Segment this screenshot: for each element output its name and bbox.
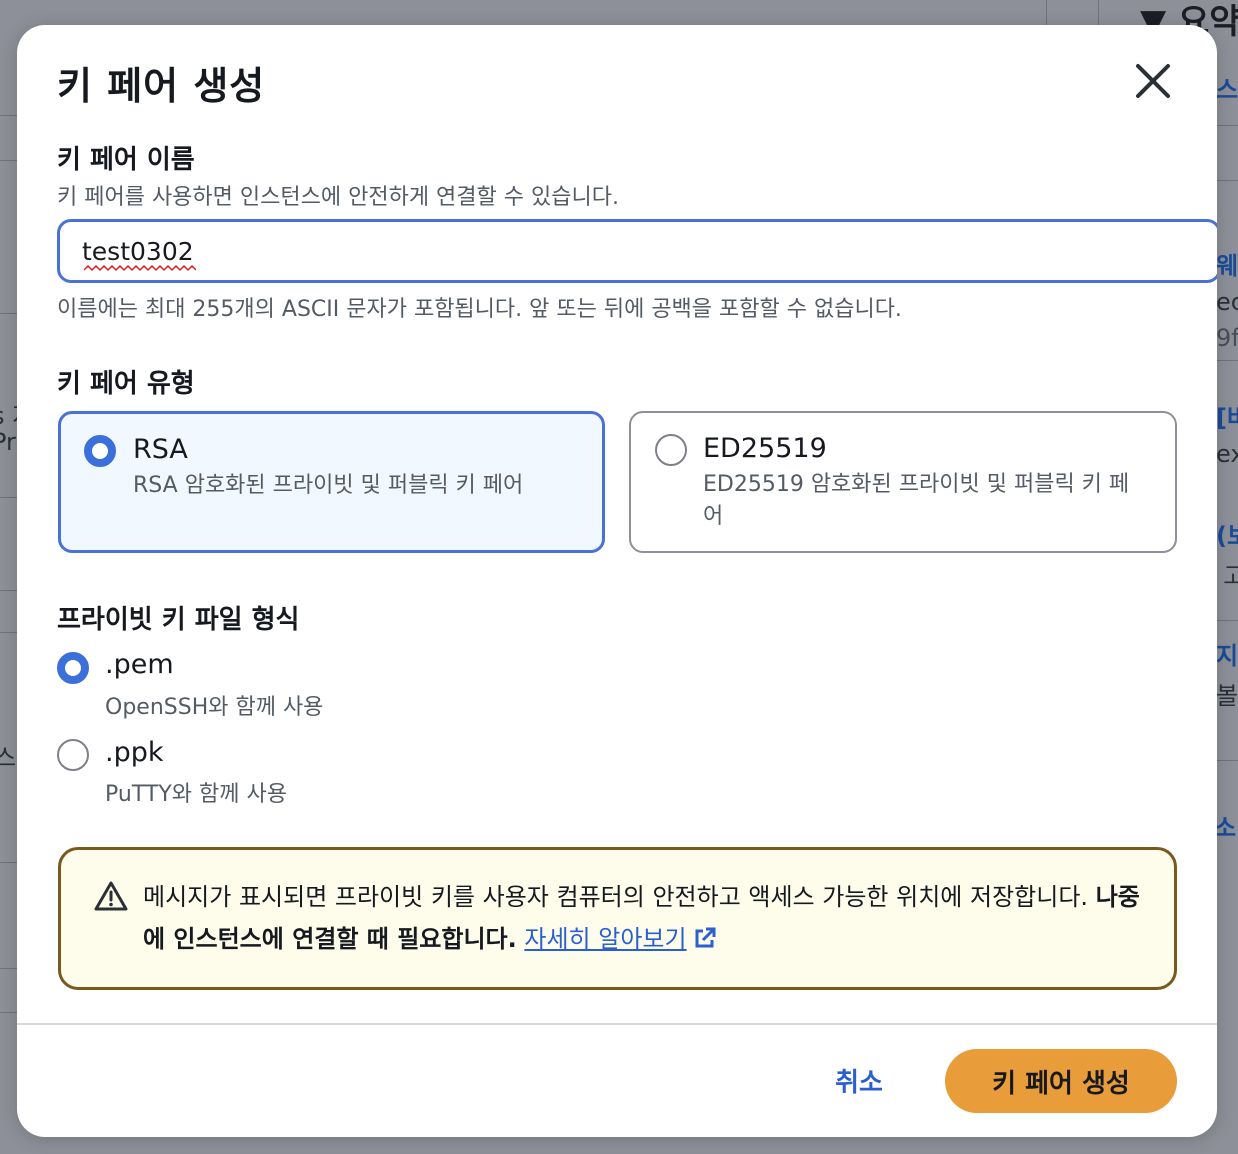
bg-fragment: 볼 bbox=[1216, 682, 1238, 710]
ppk-title[interactable]: .ppk bbox=[105, 737, 164, 768]
key-type-ed25519-tile[interactable]: ED25519 ED25519 암호화된 프라이빗 및 퍼블릭 키 페어 bbox=[629, 411, 1177, 553]
rsa-description: RSA 암호화된 프라이빗 및 퍼블릭 키 페어 bbox=[133, 473, 524, 498]
bg-fragment: 지 bbox=[1216, 642, 1238, 670]
bg-fragment: 9f bbox=[1216, 324, 1238, 352]
bg-divider bbox=[1217, 760, 1238, 761]
alert-message: 메시지가 표시되면 프라이빗 키를 사용자 컴퓨터의 안전하고 액세스 가능한 … bbox=[143, 876, 1143, 960]
key-pair-name-description: 키 페어를 사용하면 인스턴스에 안전하게 연결할 수 있습니다. bbox=[57, 185, 619, 210]
bg-fragment: 스 bbox=[1216, 76, 1238, 104]
warning-alert: 메시지가 표시되면 프라이빗 키를 사용자 컴퓨터의 안전하고 액세스 가능한 … bbox=[58, 847, 1177, 990]
bg-divider bbox=[1046, 0, 1047, 25]
key-pair-type-label: 키 페어 유형 bbox=[57, 369, 195, 399]
learn-more-link[interactable]: 자세히 알아보기 bbox=[524, 925, 686, 953]
bg-divider bbox=[1217, 360, 1238, 361]
cancel-button[interactable]: 취소 bbox=[807, 1057, 911, 1103]
bg-divider bbox=[0, 862, 17, 863]
bg-fragment: [버 bbox=[1216, 404, 1238, 432]
bg-fragment: ex bbox=[1216, 440, 1238, 468]
bg-fragment: 웨 bbox=[1216, 252, 1238, 280]
bg-divider bbox=[1217, 620, 1238, 621]
external-link-icon bbox=[695, 927, 716, 948]
ppk-description: PuTTY와 함께 사용 bbox=[105, 782, 287, 807]
close-icon bbox=[1136, 64, 1170, 98]
create-key-pair-button[interactable]: 키 페어 생성 bbox=[945, 1049, 1177, 1113]
bg-divider bbox=[1217, 180, 1238, 181]
key-pair-name-input[interactable] bbox=[57, 219, 1217, 283]
bg-fragment: Pr bbox=[0, 428, 16, 456]
key-type-rsa-tile[interactable]: RSA RSA 암호화된 프라이빗 및 퍼블릭 키 페어 bbox=[58, 411, 605, 553]
ppk-radio[interactable] bbox=[57, 739, 89, 771]
bg-fragment: 소 bbox=[1214, 814, 1237, 842]
modal-title: 키 페어 생성 bbox=[57, 64, 266, 108]
bg-fragment: ec bbox=[1216, 288, 1238, 316]
bg-divider bbox=[1098, 0, 1099, 25]
key-pair-name-label: 키 페어 이름 bbox=[57, 145, 195, 175]
pem-radio[interactable] bbox=[57, 652, 89, 684]
create-key-pair-modal: 키 페어 생성 키 페어 이름 키 페어를 사용하면 인스턴스에 안전하게 연결… bbox=[17, 25, 1217, 1137]
bg-divider bbox=[0, 497, 17, 498]
bg-divider bbox=[0, 590, 17, 591]
footer-divider bbox=[17, 1023, 1217, 1025]
alert-text: 메시지가 표시되면 프라이빗 키를 사용자 컴퓨터의 안전하고 액세스 가능한 … bbox=[143, 883, 1089, 911]
ed25519-radio[interactable] bbox=[655, 434, 687, 466]
private-key-format-label: 프라이빗 키 파일 형식 bbox=[57, 605, 300, 635]
bg-divider bbox=[0, 632, 17, 633]
bg-fragment: 스 bbox=[0, 744, 17, 772]
bg-divider bbox=[0, 160, 17, 161]
bg-divider bbox=[1217, 125, 1238, 126]
bg-divider bbox=[0, 313, 17, 314]
pem-title[interactable]: .pem bbox=[105, 649, 174, 680]
close-button[interactable] bbox=[1129, 57, 1177, 105]
rsa-radio[interactable] bbox=[84, 435, 116, 467]
ed25519-title: ED25519 bbox=[703, 433, 827, 464]
bg-divider bbox=[0, 115, 17, 116]
bg-fragment: (보 bbox=[1216, 522, 1238, 550]
warning-icon bbox=[94, 881, 128, 911]
spellcheck-underline bbox=[84, 265, 196, 272]
ed25519-description: ED25519 암호화된 프라이빗 및 퍼블릭 키 페어 bbox=[703, 472, 1130, 529]
bg-divider bbox=[0, 968, 17, 969]
key-pair-name-constraint: 이름에는 최대 255개의 ASCII 문자가 포함됩니다. 앞 또는 뒤에 공… bbox=[57, 297, 902, 322]
bg-divider bbox=[0, 1012, 17, 1013]
pem-description: OpenSSH와 함께 사용 bbox=[105, 695, 324, 720]
rsa-title: RSA bbox=[133, 434, 188, 465]
